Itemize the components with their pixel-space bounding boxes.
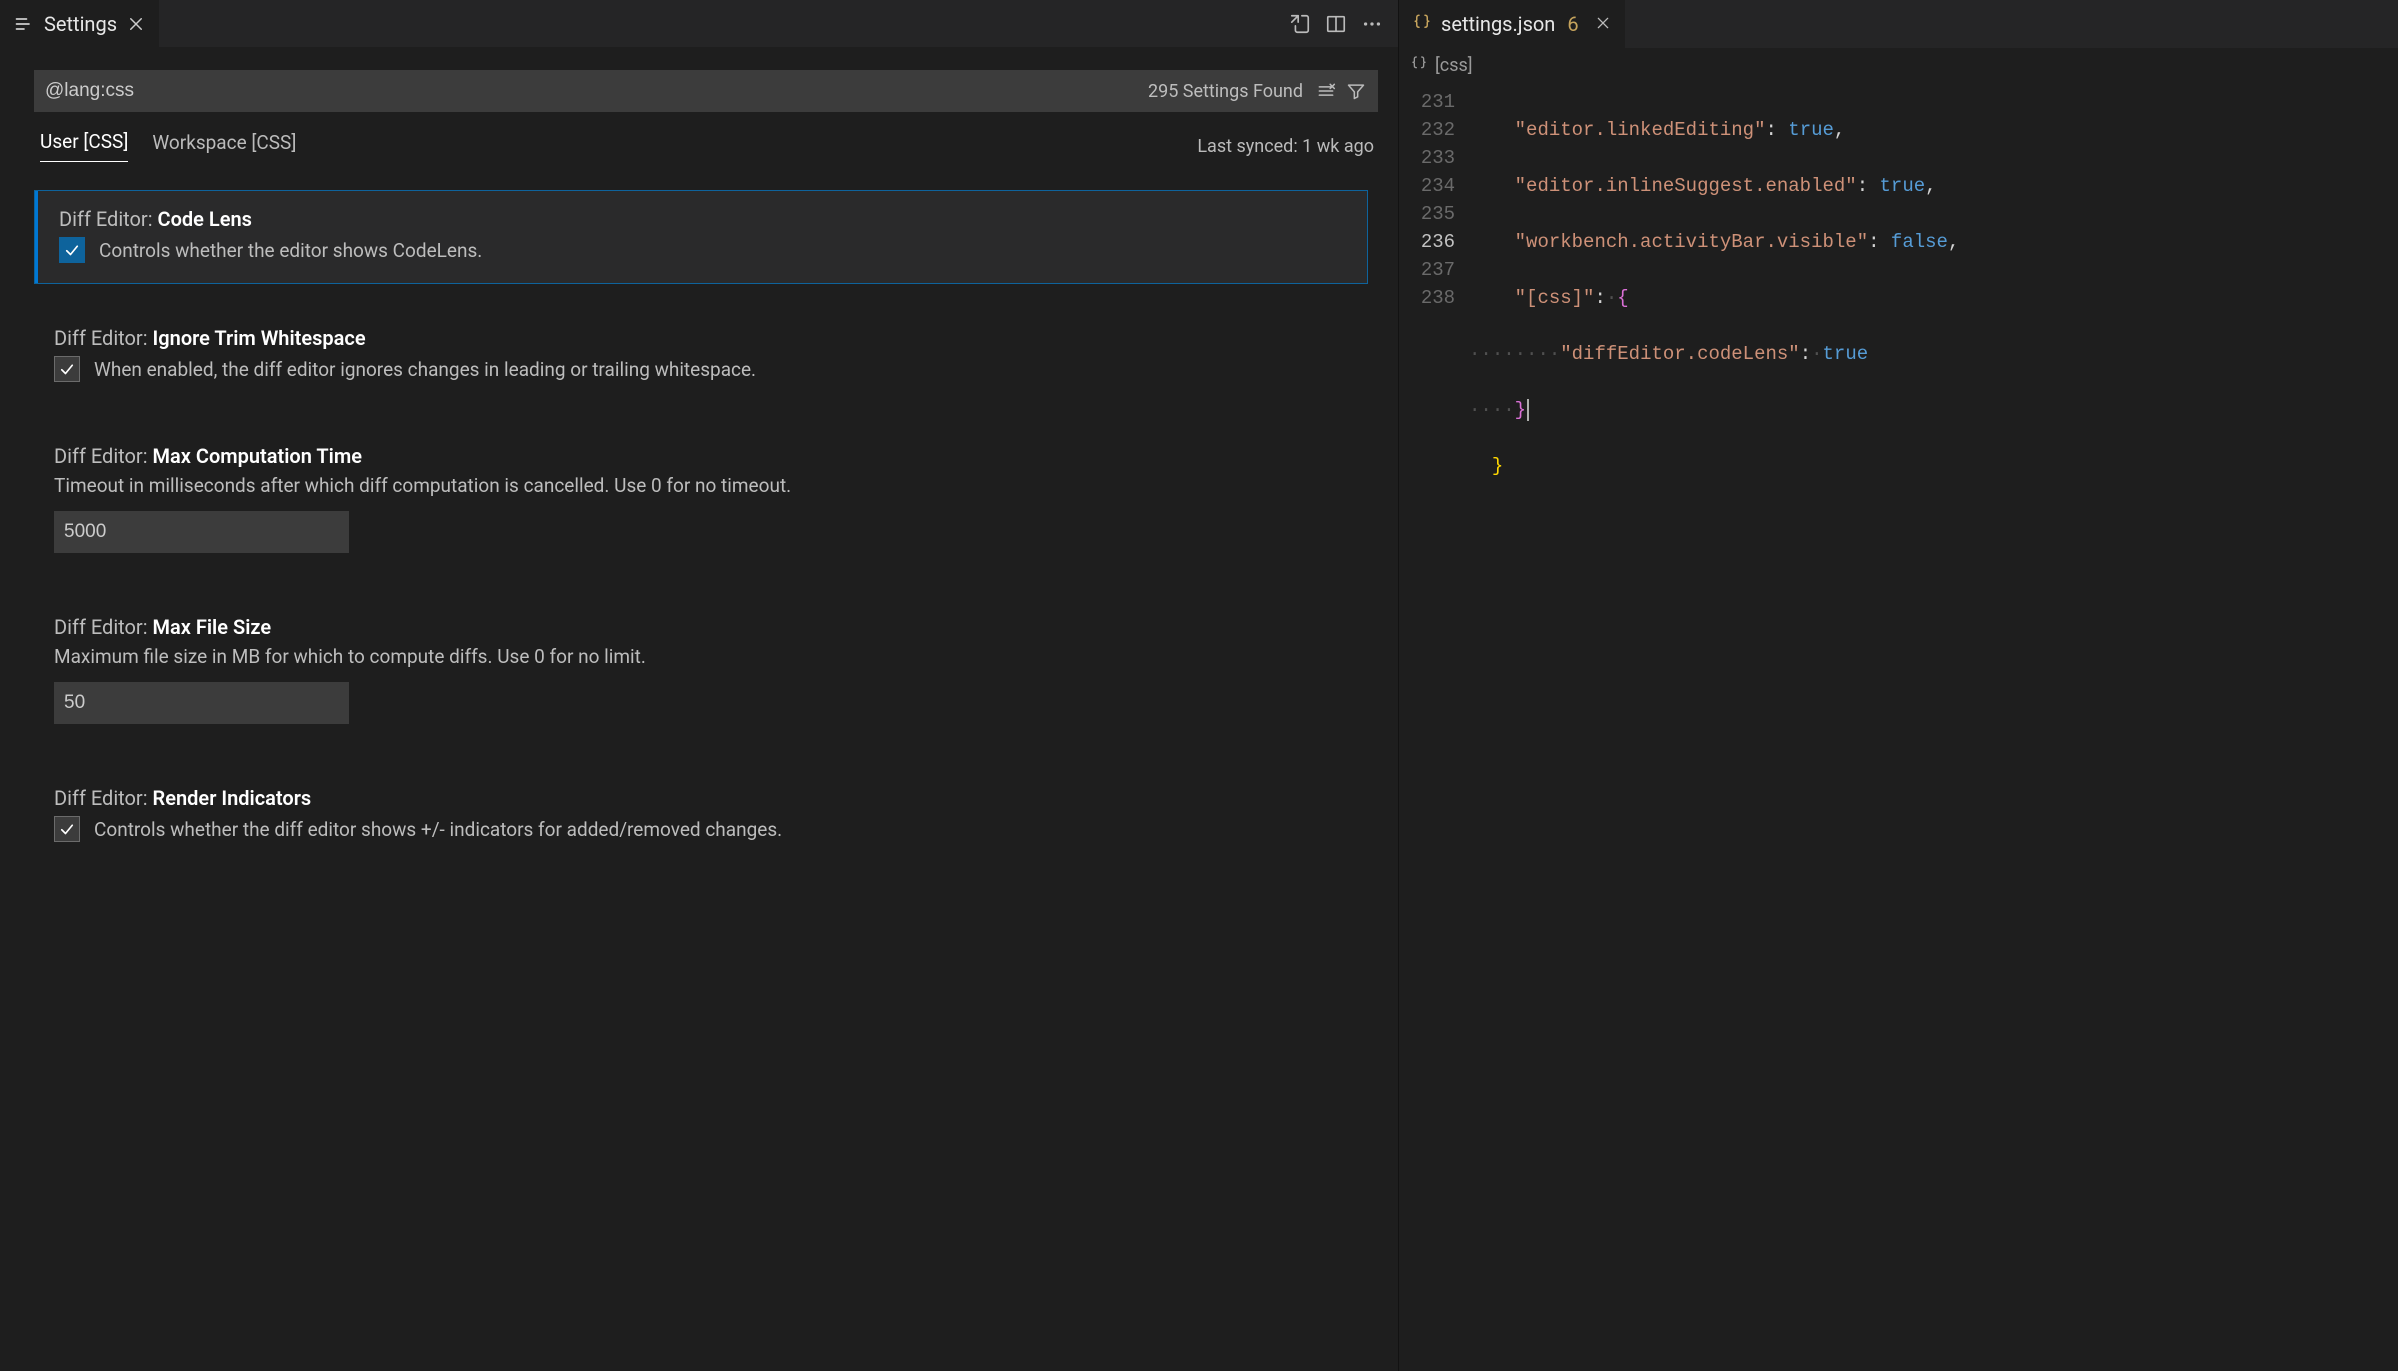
code-editor[interactable]: 231 232 233 234 235 236 237 238 "editor.… — [1399, 84, 2398, 1371]
checkbox-code-lens[interactable] — [59, 237, 85, 263]
close-icon[interactable] — [127, 15, 145, 33]
last-synced[interactable]: Last synced: 1 wk ago — [1197, 136, 1378, 157]
settings-tab[interactable]: Settings — [0, 0, 159, 47]
setting-render-indicators[interactable]: Diff Editor: Render Indicators Controls … — [34, 770, 1368, 862]
setting-category: Diff Editor: — [54, 326, 148, 350]
setting-desc: Timeout in milliseconds after which diff… — [54, 474, 1348, 497]
breadcrumb[interactable]: [css] — [1399, 48, 2398, 84]
scope-user[interactable]: User [CSS] — [40, 130, 128, 162]
left-tabbar: Settings — [0, 0, 1398, 48]
clear-search-icon[interactable] — [1311, 76, 1341, 106]
setting-code-lens[interactable]: Diff Editor: Code Lens Controls whether … — [34, 190, 1368, 284]
line-number-gutter: 231 232 233 234 235 236 237 238 — [1399, 84, 1467, 1371]
checkbox-render-indicators[interactable] — [54, 816, 80, 842]
search-input[interactable] — [45, 71, 1148, 111]
settings-json-tab[interactable]: settings.json 6 — [1399, 0, 1625, 48]
setting-name: Code Lens — [158, 207, 252, 231]
setting-name: Render Indicators — [153, 786, 312, 810]
setting-ignore-trim-whitespace[interactable]: Diff Editor: Ignore Trim Whitespace When… — [34, 310, 1368, 402]
setting-desc: When enabled, the diff editor ignores ch… — [94, 358, 756, 381]
editor-tab-filename: settings.json — [1441, 12, 1555, 36]
scope-workspace[interactable]: Workspace [CSS] — [152, 131, 296, 162]
setting-max-file-size[interactable]: Diff Editor: Max File Size Maximum file … — [34, 599, 1368, 744]
settings-list-icon — [14, 14, 34, 34]
open-settings-json-icon[interactable] — [1282, 6, 1318, 42]
filter-icon[interactable] — [1341, 76, 1371, 106]
scope-tabs: User [CSS] Workspace [CSS] Last synced: … — [34, 112, 1378, 172]
more-actions-icon[interactable] — [1354, 6, 1390, 42]
input-max-file-size[interactable] — [54, 682, 349, 724]
settings-found-count: 295 Settings Found — [1148, 81, 1303, 102]
checkbox-ignore-trim[interactable] — [54, 356, 80, 382]
setting-name: Max File Size — [153, 615, 272, 639]
setting-category: Diff Editor: — [54, 444, 148, 468]
settings-list[interactable]: Diff Editor: Code Lens Controls whether … — [34, 172, 1378, 1371]
setting-category: Diff Editor: — [54, 786, 148, 810]
right-tabbar: settings.json 6 — [1399, 0, 2398, 48]
close-icon[interactable] — [1595, 12, 1611, 36]
braces-icon — [1411, 55, 1427, 76]
editor-tab-modified-count: 6 — [1567, 12, 1578, 36]
setting-category: Diff Editor: — [54, 615, 148, 639]
setting-name: Max Computation Time — [153, 444, 362, 468]
settings-search: 295 Settings Found — [34, 70, 1378, 112]
setting-desc: Controls whether the editor shows CodeLe… — [99, 239, 482, 262]
setting-max-computation-time[interactable]: Diff Editor: Max Computation Time Timeou… — [34, 428, 1368, 573]
code-content[interactable]: "editor.linkedEditing": true, "editor.in… — [1467, 84, 2398, 1371]
input-max-computation-time[interactable] — [54, 511, 349, 553]
setting-name: Ignore Trim Whitespace — [153, 326, 366, 350]
split-editor-icon[interactable] — [1318, 6, 1354, 42]
setting-category: Diff Editor: — [59, 207, 153, 231]
breadcrumb-scope: [css] — [1435, 55, 1473, 76]
setting-desc: Controls whether the diff editor shows +… — [94, 818, 782, 841]
setting-desc: Maximum file size in MB for which to com… — [54, 645, 1348, 668]
braces-icon — [1413, 12, 1431, 36]
settings-tab-label: Settings — [44, 12, 117, 36]
